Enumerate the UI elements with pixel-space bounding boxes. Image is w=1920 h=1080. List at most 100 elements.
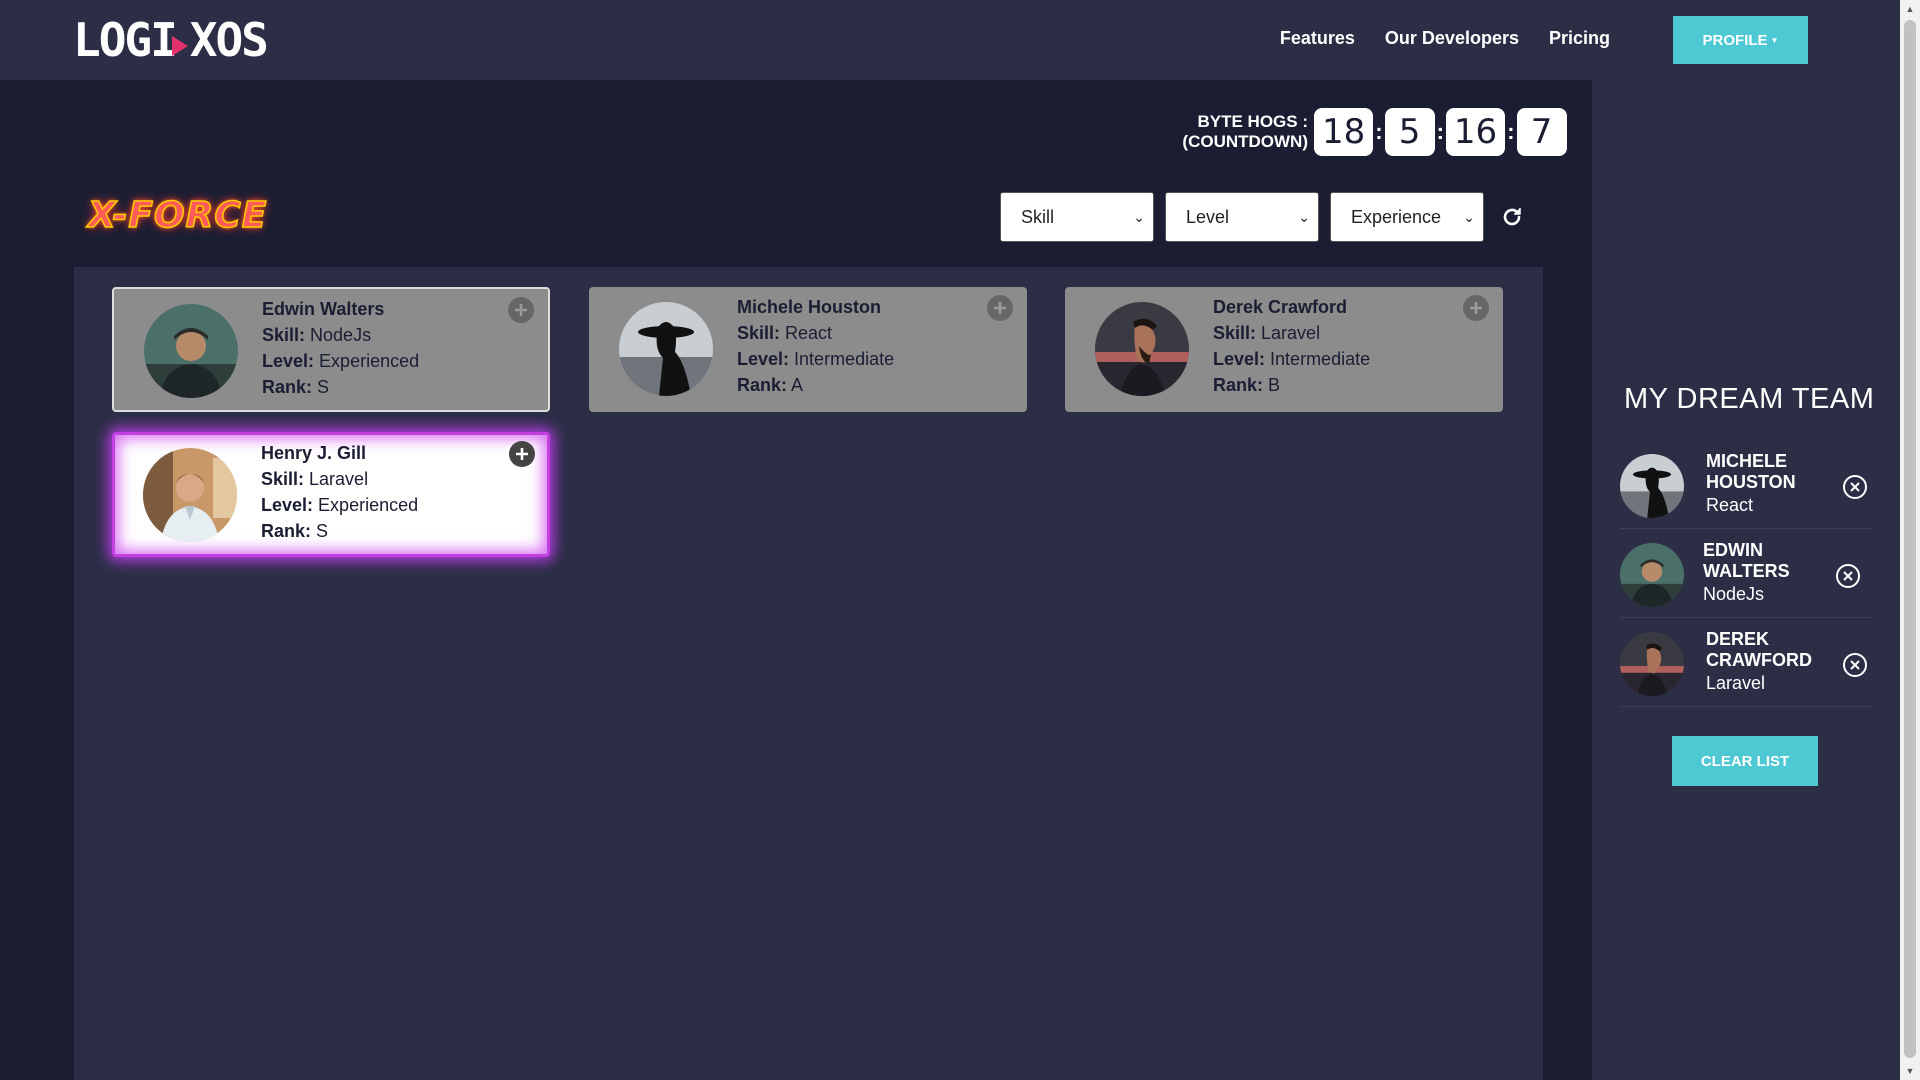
scroll-up-arrow-icon[interactable]: ▲ bbox=[1900, 0, 1920, 18]
developer-skill: NodeJs bbox=[310, 325, 372, 345]
dream-team-title: MY DREAM TEAM bbox=[1624, 383, 1875, 415]
member-name-line1: EDWIN bbox=[1703, 540, 1763, 560]
experience-select[interactable]: Experience ⌄ bbox=[1330, 192, 1484, 242]
developer-rank: A bbox=[791, 375, 804, 395]
chevron-down-icon: ⌄ bbox=[1133, 208, 1145, 225]
member-name-line1: DEREK bbox=[1706, 629, 1770, 649]
member-info: MICHELE HOUSTON React bbox=[1706, 451, 1796, 516]
countdown-separator: : bbox=[1375, 119, 1383, 144]
remove-circle-icon[interactable] bbox=[1842, 652, 1868, 678]
rank-label: Rank: bbox=[262, 377, 313, 397]
avatar bbox=[1620, 632, 1684, 696]
dream-team-member: EDWIN WALTERS NodeJs bbox=[1620, 532, 1872, 618]
developer-info: Michele Houston Skill: React Level: Inte… bbox=[737, 294, 894, 398]
developer-rank: B bbox=[1268, 375, 1281, 395]
countdown: BYTE HOGS : (COUNTDOWN) 18 : 5 : 16 : 7 bbox=[1160, 108, 1567, 156]
refresh-icon[interactable] bbox=[1498, 203, 1526, 231]
add-circle-icon[interactable] bbox=[1463, 295, 1489, 321]
avatar bbox=[143, 448, 237, 542]
countdown-label: BYTE HOGS : (COUNTDOWN) bbox=[1160, 112, 1308, 152]
skill-select-value: Skill bbox=[1021, 206, 1055, 227]
filter-bar: Skill ⌄ Level ⌄ Experience ⌄ bbox=[1000, 192, 1526, 242]
countdown-seconds: 16 bbox=[1445, 108, 1506, 156]
member-name-line2: WALTERS bbox=[1703, 561, 1790, 581]
developer-level: Experienced bbox=[319, 351, 420, 371]
developer-level: Intermediate bbox=[794, 349, 895, 369]
page-scrollbar[interactable]: ▲ ▼ bbox=[1900, 0, 1920, 1080]
countdown-hours: 18 bbox=[1314, 108, 1374, 156]
level-label: Level: bbox=[262, 351, 315, 371]
dream-team-sidebar: MY DREAM TEAM MICHELE HOUSTON React EDWI… bbox=[1592, 80, 1900, 1080]
countdown-separator: : bbox=[1436, 119, 1444, 144]
caret-down-icon: ▼ bbox=[1770, 35, 1779, 45]
developer-level: Experienced bbox=[318, 495, 419, 515]
skill-label: Skill: bbox=[737, 323, 781, 343]
member-info: EDWIN WALTERS NodeJs bbox=[1703, 540, 1790, 605]
nav-features[interactable]: Features bbox=[1280, 28, 1355, 49]
logo-text-left: LOGI bbox=[73, 13, 178, 67]
member-skill: Laravel bbox=[1706, 673, 1766, 693]
add-circle-icon[interactable] bbox=[987, 295, 1013, 321]
avatar bbox=[144, 304, 238, 398]
countdown-label-line2: (COUNTDOWN) bbox=[1182, 132, 1308, 151]
developer-skill: Laravel bbox=[1261, 323, 1321, 343]
nav-pricing[interactable]: Pricing bbox=[1549, 28, 1610, 49]
remove-circle-icon[interactable] bbox=[1835, 563, 1861, 589]
developer-level: Intermediate bbox=[1270, 349, 1371, 369]
developer-card[interactable]: Edwin Walters Skill: NodeJs Level: Exper… bbox=[112, 287, 550, 412]
avatar bbox=[1620, 454, 1684, 518]
developer-name: Derek Crawford bbox=[1213, 297, 1348, 317]
clear-list-button[interactable]: CLEAR LIST bbox=[1672, 736, 1818, 786]
logo-text-right: XOS bbox=[189, 13, 269, 67]
rank-label: Rank: bbox=[1213, 375, 1264, 395]
skill-select[interactable]: Skill ⌄ bbox=[1000, 192, 1154, 242]
countdown-minutes: 5 bbox=[1384, 108, 1435, 156]
skill-label: Skill: bbox=[262, 325, 306, 345]
dream-team-member: DEREK CRAWFORD Laravel bbox=[1620, 621, 1872, 707]
developer-rank: S bbox=[317, 377, 330, 397]
developer-skill: Laravel bbox=[309, 469, 369, 489]
countdown-label-line1: BYTE HOGS : bbox=[1197, 112, 1308, 131]
developer-info: Derek Crawford Skill: Laravel Level: Int… bbox=[1213, 294, 1370, 398]
developer-card[interactable]: Derek Crawford Skill: Laravel Level: Int… bbox=[1065, 287, 1503, 412]
logo[interactable]: LOGI XOS bbox=[73, 13, 269, 67]
developer-skill: React bbox=[785, 323, 833, 343]
rank-label: Rank: bbox=[261, 521, 312, 541]
countdown-separator: : bbox=[1507, 119, 1515, 144]
member-info: DEREK CRAWFORD Laravel bbox=[1706, 629, 1812, 694]
experience-select-value: Experience bbox=[1351, 206, 1442, 227]
avatar bbox=[1620, 543, 1684, 607]
add-circle-icon[interactable] bbox=[508, 297, 534, 323]
member-name-line1: MICHELE bbox=[1706, 451, 1787, 471]
developer-info: Henry J. Gill Skill: Laravel Level: Expe… bbox=[261, 440, 418, 544]
countdown-fraction: 7 bbox=[1516, 108, 1567, 156]
member-name-line2: HOUSTON bbox=[1706, 472, 1796, 492]
scroll-down-arrow-icon[interactable]: ▼ bbox=[1900, 1062, 1920, 1080]
add-circle-icon[interactable] bbox=[509, 441, 535, 467]
skill-label: Skill: bbox=[261, 469, 305, 489]
level-select[interactable]: Level ⌄ bbox=[1165, 192, 1319, 242]
member-skill: NodeJs bbox=[1703, 584, 1765, 604]
developer-card[interactable]: Henry J. Gill Skill: Laravel Level: Expe… bbox=[112, 432, 550, 557]
chevron-down-icon: ⌄ bbox=[1463, 208, 1475, 225]
logo-play-icon bbox=[171, 36, 188, 56]
dream-team-member: MICHELE HOUSTON React bbox=[1620, 443, 1872, 529]
profile-button[interactable]: PROFILE ▼ bbox=[1673, 16, 1808, 64]
level-label: Level: bbox=[1213, 349, 1266, 369]
developer-name: Henry J. Gill bbox=[261, 443, 367, 463]
developer-rank: S bbox=[316, 521, 329, 541]
developer-name: Michele Houston bbox=[737, 297, 882, 317]
developer-info: Edwin Walters Skill: NodeJs Level: Exper… bbox=[262, 296, 419, 400]
chevron-down-icon: ⌄ bbox=[1298, 208, 1310, 225]
member-name-line2: CRAWFORD bbox=[1706, 650, 1812, 670]
rank-label: Rank: bbox=[737, 375, 788, 395]
page-title: X-FORCE bbox=[87, 194, 268, 237]
scrollbar-thumb[interactable] bbox=[1904, 20, 1916, 1058]
avatar bbox=[619, 302, 713, 396]
remove-circle-icon[interactable] bbox=[1842, 474, 1868, 500]
level-label: Level: bbox=[737, 349, 790, 369]
nav-our-developers[interactable]: Our Developers bbox=[1385, 28, 1519, 49]
developer-card[interactable]: Michele Houston Skill: React Level: Inte… bbox=[589, 287, 1027, 412]
profile-button-label: PROFILE bbox=[1702, 31, 1768, 49]
top-navbar: LOGI XOS Features Our Developers Pricing… bbox=[0, 0, 1900, 80]
